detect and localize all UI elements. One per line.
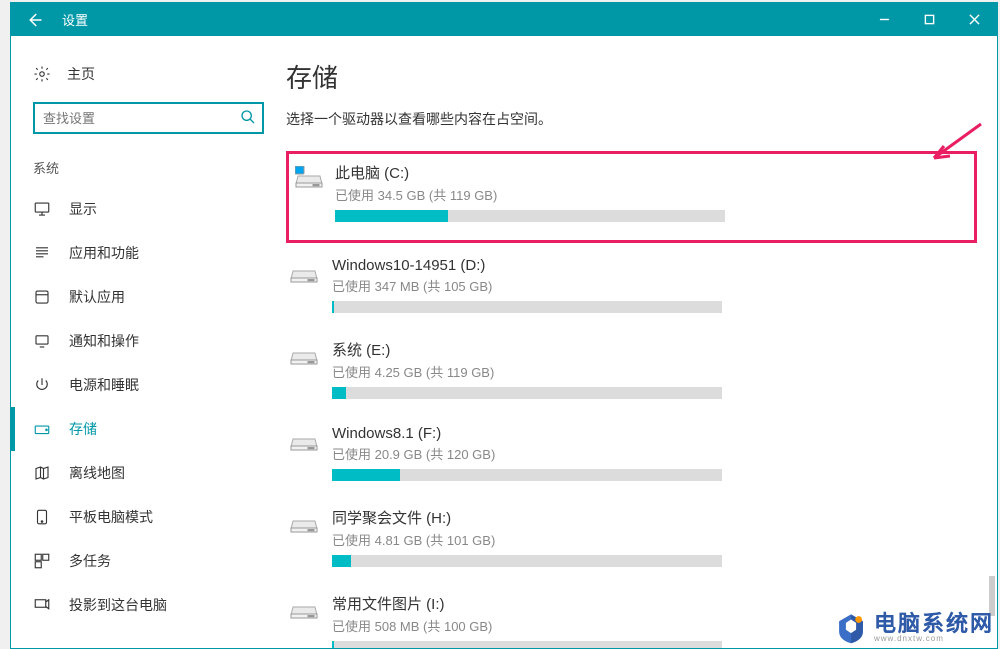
search-icon: [240, 109, 256, 125]
drive-usage: 已使用 34.5 GB (共 119 GB): [335, 185, 968, 204]
sidebar-item-0[interactable]: 显示: [11, 187, 286, 231]
window-controls: [862, 3, 997, 36]
home-button[interactable]: 主页: [11, 56, 286, 94]
close-button[interactable]: [952, 3, 997, 36]
sidebar-item-4[interactable]: 电源和睡眠: [11, 363, 286, 407]
drive-usage: 已使用 20.9 GB (共 120 GB): [332, 444, 977, 463]
sidebar-item-icon: [33, 508, 51, 526]
sidebar-item-icon: [33, 332, 51, 350]
drive-usage: 已使用 4.81 GB (共 101 GB): [332, 530, 977, 549]
sidebar-item-label: 应用和功能: [69, 243, 139, 263]
drive-row[interactable]: Windows8.1 (F:) 已使用 20.9 GB (共 120 GB): [286, 419, 977, 495]
drive-name: Windows10-14951 (D:): [332, 257, 977, 274]
drive-icon: [290, 261, 318, 283]
window-body: 主页 系统 显示应用和功能默认应用通知和操作电源和睡眠存储离线地图平板电脑模式多…: [11, 36, 997, 648]
close-icon: [969, 14, 980, 25]
scrollbar[interactable]: [989, 576, 995, 616]
search-input[interactable]: [33, 102, 264, 134]
sidebar-item-icon: [33, 596, 51, 614]
drive-icon: [290, 511, 318, 533]
sidebar-item-label: 投影到这台电脑: [69, 595, 167, 615]
sidebar-item-label: 显示: [69, 199, 97, 219]
drive-icon: [290, 597, 318, 619]
usage-bar: [332, 387, 722, 399]
gear-icon: [33, 65, 51, 83]
sidebar-item-8[interactable]: 多任务: [11, 539, 286, 583]
drive-row[interactable]: 此电脑 (C:) 已使用 34.5 GB (共 119 GB): [286, 151, 977, 243]
sidebar-heading: 系统: [11, 152, 286, 187]
drive-usage: 已使用 4.25 GB (共 119 GB): [332, 362, 977, 381]
sidebar-item-7[interactable]: 平板电脑模式: [11, 495, 286, 539]
minimize-icon: [879, 14, 890, 25]
drive-name: 此电脑 (C:): [335, 162, 968, 183]
main-panel: 存储 选择一个驱动器以查看哪些内容在占空间。 此电脑 (C:) 已使用 34.5 …: [286, 36, 997, 648]
search-wrap: [33, 102, 264, 134]
drive-row[interactable]: 常用文件图片 (I:) 已使用 508 MB (共 100 GB): [286, 587, 977, 648]
drive-usage: 已使用 347 MB (共 105 GB): [332, 276, 977, 295]
drive-usage: 已使用 508 MB (共 100 GB): [332, 616, 977, 635]
sidebar-item-label: 多任务: [69, 551, 111, 571]
sidebar-item-label: 离线地图: [69, 463, 125, 483]
usage-bar: [332, 469, 722, 481]
sidebar-item-9[interactable]: 投影到这台电脑: [11, 583, 286, 627]
drive-icon: [295, 166, 323, 188]
sidebar-item-1[interactable]: 应用和功能: [11, 231, 286, 275]
minimize-button[interactable]: [862, 3, 907, 36]
sidebar-item-icon: [33, 200, 51, 218]
maximize-button[interactable]: [907, 3, 952, 36]
sidebar-item-label: 默认应用: [69, 287, 125, 307]
sidebar-item-icon: [33, 288, 51, 306]
sidebar-item-icon: [33, 244, 51, 262]
sidebar-item-icon: [33, 420, 51, 438]
drive-icon: [290, 343, 318, 365]
sidebar-item-label: 通知和操作: [69, 331, 139, 351]
drive-name: 常用文件图片 (I:): [332, 593, 977, 614]
drive-name: 同学聚会文件 (H:): [332, 507, 977, 528]
back-button[interactable]: [11, 3, 56, 36]
usage-bar: [335, 210, 725, 222]
usage-bar: [332, 301, 722, 313]
page-title: 存储: [286, 58, 977, 95]
window-title: 设置: [62, 10, 88, 29]
drive-name: Windows8.1 (F:): [332, 425, 977, 442]
drive-icon: [290, 429, 318, 451]
sidebar: 主页 系统 显示应用和功能默认应用通知和操作电源和睡眠存储离线地图平板电脑模式多…: [11, 36, 286, 648]
drive-row[interactable]: 系统 (E:) 已使用 4.25 GB (共 119 GB): [286, 333, 977, 413]
drive-row[interactable]: 同学聚会文件 (H:) 已使用 4.81 GB (共 101 GB): [286, 501, 977, 581]
sidebar-item-6[interactable]: 离线地图: [11, 451, 286, 495]
home-label: 主页: [67, 64, 95, 84]
titlebar: 设置: [11, 3, 997, 36]
sidebar-item-label: 存储: [69, 419, 97, 439]
drive-name: 系统 (E:): [332, 339, 977, 360]
usage-bar: [332, 555, 722, 567]
sidebar-item-label: 电源和睡眠: [69, 375, 139, 395]
sidebar-item-label: 平板电脑模式: [69, 507, 153, 527]
arrow-left-icon: [25, 11, 43, 29]
sidebar-item-3[interactable]: 通知和操作: [11, 319, 286, 363]
usage-bar: [332, 641, 722, 648]
page-subtitle: 选择一个驱动器以查看哪些内容在占空间。: [286, 109, 977, 129]
drive-list: 此电脑 (C:) 已使用 34.5 GB (共 119 GB) Windows10-…: [286, 151, 977, 648]
drive-row[interactable]: Windows10-14951 (D:) 已使用 347 MB (共 105 GB…: [286, 251, 977, 327]
maximize-icon: [924, 14, 935, 25]
settings-window: 设置 主页 系统 显示应用和功能默认应用通知和操作电源和睡眠存储离线地图平板电脑…: [10, 2, 998, 649]
sidebar-item-2[interactable]: 默认应用: [11, 275, 286, 319]
sidebar-item-icon: [33, 552, 51, 570]
sidebar-item-icon: [33, 376, 51, 394]
sidebar-item-5[interactable]: 存储: [11, 407, 286, 451]
sidebar-item-icon: [33, 464, 51, 482]
